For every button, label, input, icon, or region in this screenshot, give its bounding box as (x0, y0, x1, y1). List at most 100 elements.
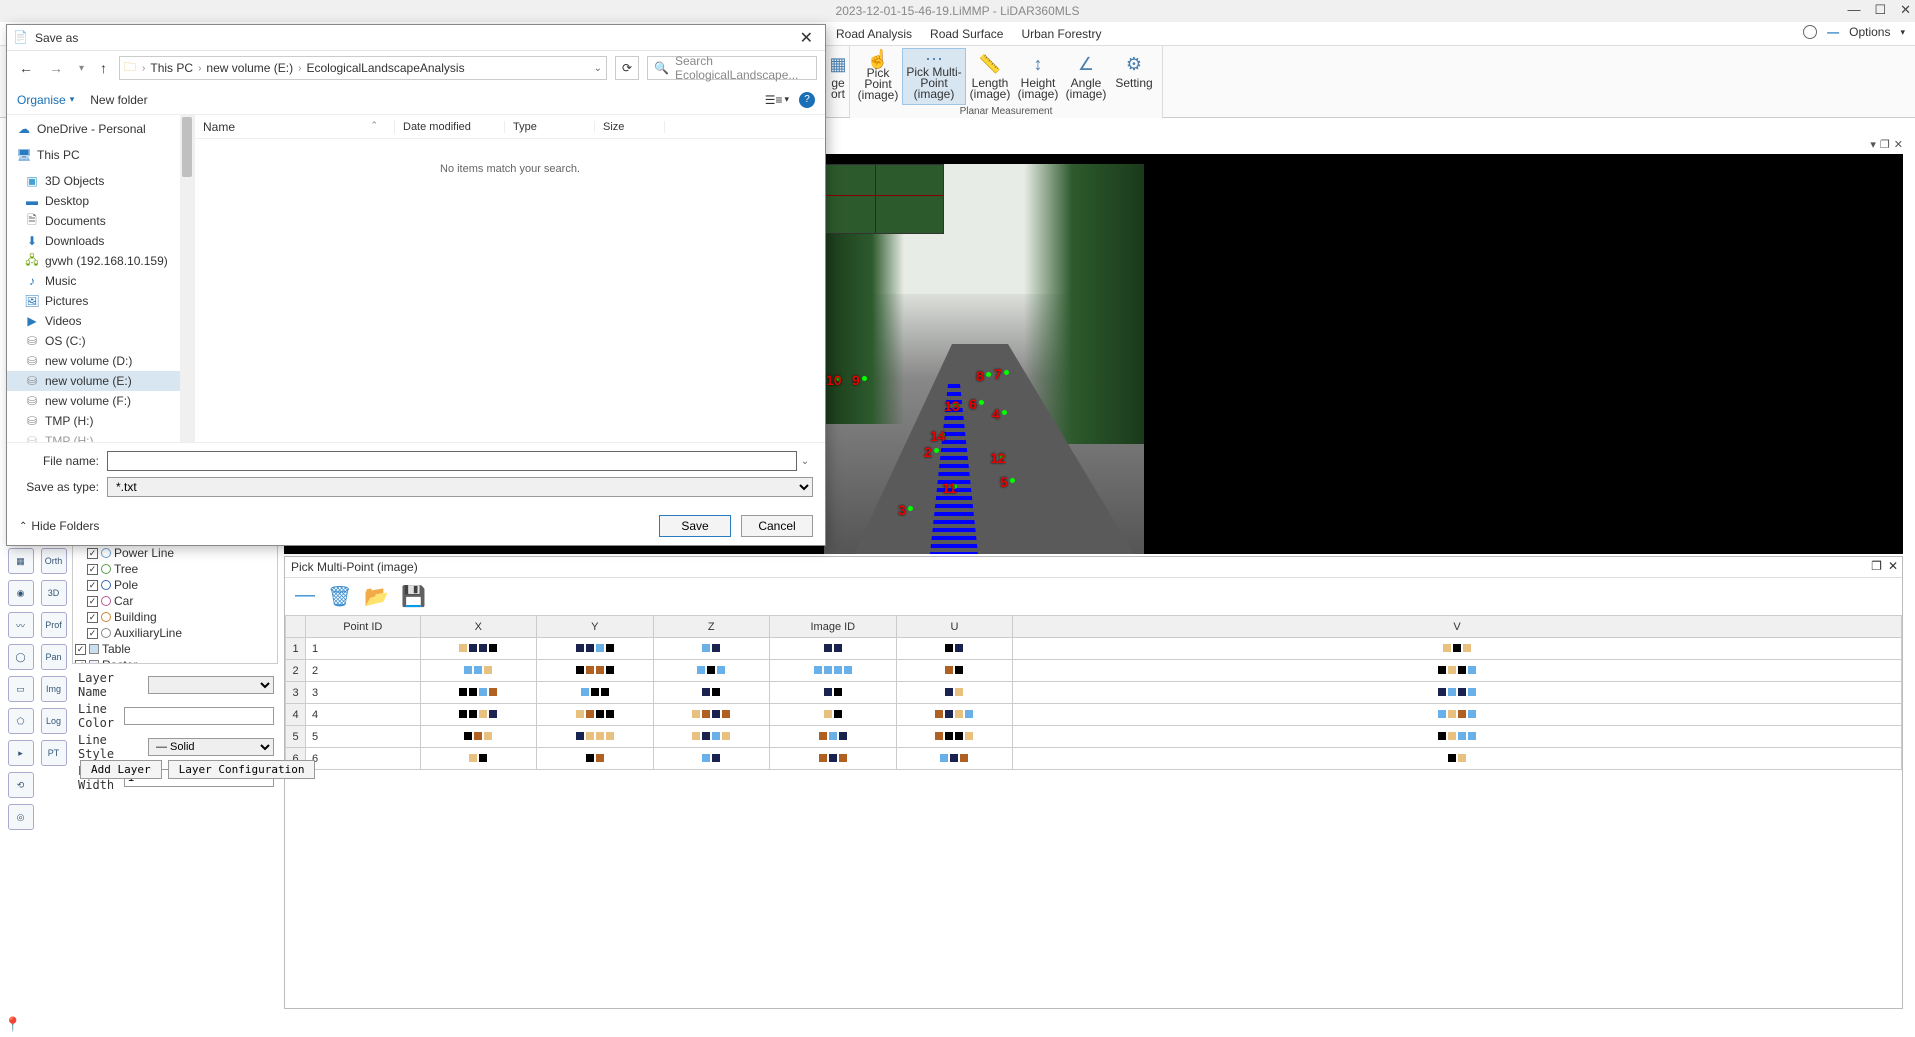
table-row[interactable]: 33 (286, 682, 1902, 704)
layer-item[interactable]: ✓AuxiliaryLine (73, 625, 277, 641)
location-marker-icon[interactable]: 📍 (4, 1016, 21, 1033)
folder-tree[interactable]: ☁OneDrive - Personal 🖥This PC ▣3D Objects▬… (7, 115, 195, 442)
length-button[interactable]: 📏 Length (image) (966, 48, 1014, 105)
panel-close-icon[interactable]: ✕ (1894, 138, 1903, 151)
tree-item[interactable]: ⛁TMP (H:) (7, 431, 194, 442)
gear-icon[interactable] (1803, 25, 1817, 39)
add-layer-button[interactable]: Add Layer (80, 760, 162, 779)
delete-icon[interactable]: 🗑 (327, 584, 352, 609)
table-row[interactable]: 22 (286, 660, 1902, 682)
tree-item[interactable]: ▣3D Objects (7, 171, 194, 191)
tab-road-analysis[interactable]: Road Analysis (836, 27, 912, 41)
layer-checkbox[interactable]: ✓ (87, 628, 98, 639)
new-folder-button[interactable]: New folder (90, 93, 147, 107)
options-button[interactable]: Options (1849, 25, 1890, 39)
nav-back-icon[interactable]: ← (15, 58, 37, 78)
left-tool-orth[interactable]: Orth (41, 548, 67, 574)
tree-scrollbar[interactable] (180, 115, 194, 442)
path-dropdown-icon[interactable]: ⌄ (594, 63, 602, 74)
nav-up-icon[interactable]: ↑ (96, 58, 111, 78)
organise-button[interactable]: Organise ▾ (17, 93, 74, 107)
bp-restore-icon[interactable]: ❐ (1871, 559, 1882, 573)
tree-item[interactable]: ♪Music (7, 271, 194, 291)
column-header[interactable]: X (420, 616, 536, 638)
layer-checkbox[interactable]: ✓ (87, 612, 98, 623)
close-app-icon[interactable]: ✕ (1900, 2, 1911, 18)
pick-multi-point-button[interactable]: ⋯ Pick Multi-Point (image) (902, 48, 966, 105)
tree-item[interactable]: ⛁new volume (E:) (7, 371, 194, 391)
cancel-button[interactable]: Cancel (741, 515, 813, 537)
left-tool-button[interactable]: ◉ (8, 580, 34, 606)
layer-checkbox[interactable]: ✓ (87, 564, 98, 575)
table-row[interactable]: 44 (286, 704, 1902, 726)
open-folder-icon[interactable]: 📂 (364, 584, 389, 609)
table-row[interactable]: 66 (286, 748, 1902, 770)
left-tool-img[interactable]: Img (41, 676, 67, 702)
left-tool-pan[interactable]: Pan (41, 644, 67, 670)
table-row[interactable]: 11 (286, 638, 1902, 660)
bp-close-icon[interactable]: ✕ (1888, 559, 1898, 573)
tree-item[interactable]: 🖥This PC (7, 145, 194, 165)
layer-item[interactable]: ✓Tree (73, 561, 277, 577)
layer-config-button[interactable]: Layer Configuration (168, 760, 316, 779)
table-checkbox[interactable]: ✓ (75, 644, 86, 655)
left-tool-button[interactable]: ⟲ (8, 772, 34, 798)
tree-item[interactable]: ⛁new volume (F:) (7, 391, 194, 411)
save-disk-icon[interactable]: 💾 (401, 584, 426, 609)
height-button[interactable]: ↕ Height (image) (1014, 48, 1062, 105)
tree-item[interactable]: ⛁TMP (H:) (7, 411, 194, 431)
layer-checkbox[interactable]: ✓ (87, 548, 98, 559)
search-box[interactable]: 🔍 Search EcologicalLandscape... (647, 56, 817, 80)
close-icon[interactable]: ✕ (794, 28, 819, 48)
tree-item[interactable]: 🖧gvwh (192.168.10.159) (7, 251, 194, 271)
nav-forward-icon[interactable]: → (45, 58, 67, 78)
pick-point-button[interactable]: ☝ Pick Point (image) (854, 48, 902, 105)
filename-dropdown-icon[interactable]: ⌄ (797, 456, 813, 467)
save-button[interactable]: Save (659, 515, 731, 537)
left-tool-3d[interactable]: 3D (41, 580, 67, 606)
left-tool-button[interactable]: ▦ (8, 548, 34, 574)
tree-item[interactable]: ▶Videos (7, 311, 194, 331)
refresh-button[interactable]: ⟳ (615, 56, 639, 80)
view-mode-button[interactable]: ☰≡ ▾ (765, 93, 789, 107)
options-dropdown-icon[interactable]: ▾ (1900, 27, 1905, 38)
left-tool-prof[interactable]: Prof (41, 612, 67, 638)
breadcrumb[interactable]: EcologicalLandscapeAnalysis (303, 61, 467, 75)
hide-folders-button[interactable]: ⌃ Hide Folders (19, 519, 99, 533)
column-header[interactable]: Y (537, 616, 653, 638)
layer-item[interactable]: ✓Building (73, 609, 277, 625)
tree-item[interactable]: ⛁new volume (D:) (7, 351, 194, 371)
left-tool-button[interactable]: 〰 (8, 612, 34, 638)
list-header[interactable]: Name⌃ Date modified Type Size (195, 115, 825, 139)
layer-checkbox[interactable]: ✓ (87, 580, 98, 591)
angle-button[interactable]: ∠ Angle (image) (1062, 48, 1110, 105)
tree-item[interactable]: 🖼Pictures (7, 291, 194, 311)
file-name-input[interactable] (107, 451, 797, 471)
tab-road-surface[interactable]: Road Surface (930, 27, 1003, 41)
line-style-select[interactable]: — Solid (148, 738, 274, 756)
tab-urban-forestry[interactable]: Urban Forestry (1021, 27, 1101, 41)
setting-button[interactable]: ⚙ Setting (1110, 48, 1158, 105)
tree-item[interactable]: ☁OneDrive - Personal (7, 119, 194, 139)
left-tool-button[interactable]: ◎ (8, 804, 34, 830)
help-icon[interactable]: ? (799, 92, 815, 108)
breadcrumb[interactable]: new volume (E:) (203, 61, 296, 75)
layer-name-select[interactable] (148, 676, 274, 694)
minus-row-icon[interactable]: — (295, 584, 315, 609)
left-tool-pt[interactable]: PT (41, 740, 67, 766)
layer-checkbox[interactable]: ✓ (87, 596, 98, 607)
tree-item[interactable]: ▬Desktop (7, 191, 194, 211)
layer-item[interactable]: ✓Car (73, 593, 277, 609)
minimize-icon[interactable]: — (1847, 2, 1860, 18)
tree-item[interactable]: ⛁OS (C:) (7, 331, 194, 351)
column-header[interactable]: V (1013, 616, 1902, 638)
left-tool-button[interactable]: ⬠ (8, 708, 34, 734)
address-bar[interactable]: 🗀 › This PC › new volume (E:) › Ecologic… (119, 56, 607, 80)
tool-partial[interactable]: ▦ ge ort (824, 48, 852, 115)
left-tool-log[interactable]: Log (41, 708, 67, 734)
save-type-select[interactable]: *.txt (107, 477, 813, 497)
minus-icon[interactable]: — (1827, 25, 1839, 39)
left-tool-button[interactable]: ▭ (8, 676, 34, 702)
line-color-input[interactable] (124, 707, 274, 725)
left-tool-button[interactable]: ▸ (8, 740, 34, 766)
